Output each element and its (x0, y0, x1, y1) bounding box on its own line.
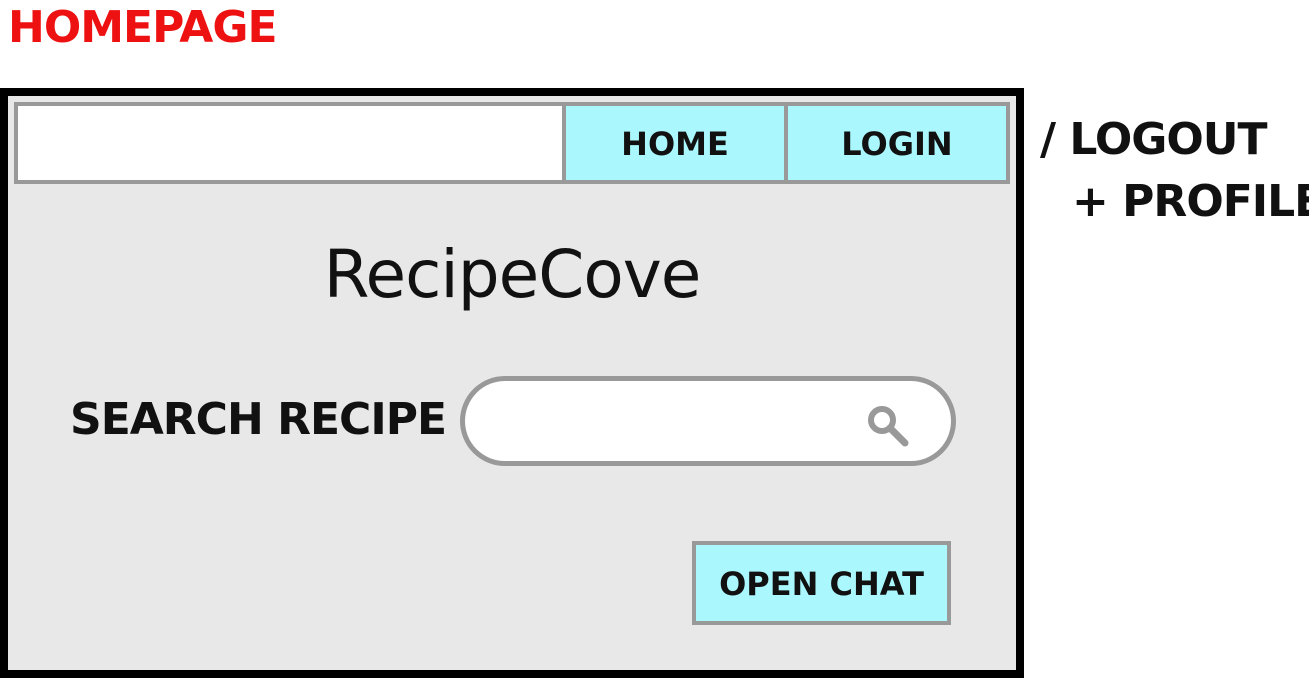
site-title: RecipeCove (323, 236, 702, 313)
search-icon[interactable] (865, 403, 911, 449)
profile-annotation: + PROFILE (1072, 176, 1309, 227)
search-input[interactable] (495, 399, 859, 445)
nav-login-button[interactable]: LOGIN (784, 102, 1010, 184)
page-label: HOMEPAGE (8, 2, 278, 53)
nav-home-button[interactable]: HOME (562, 102, 788, 184)
search-box[interactable] (460, 376, 956, 466)
search-label: SEARCH RECIPE (70, 394, 447, 445)
open-chat-button[interactable]: OPEN CHAT (692, 541, 951, 625)
wireframe-page: HOMEPAGE HOME LOGIN / LOGOUT + PROFILE R… (0, 0, 1309, 678)
logout-annotation: / LOGOUT (1040, 114, 1268, 165)
